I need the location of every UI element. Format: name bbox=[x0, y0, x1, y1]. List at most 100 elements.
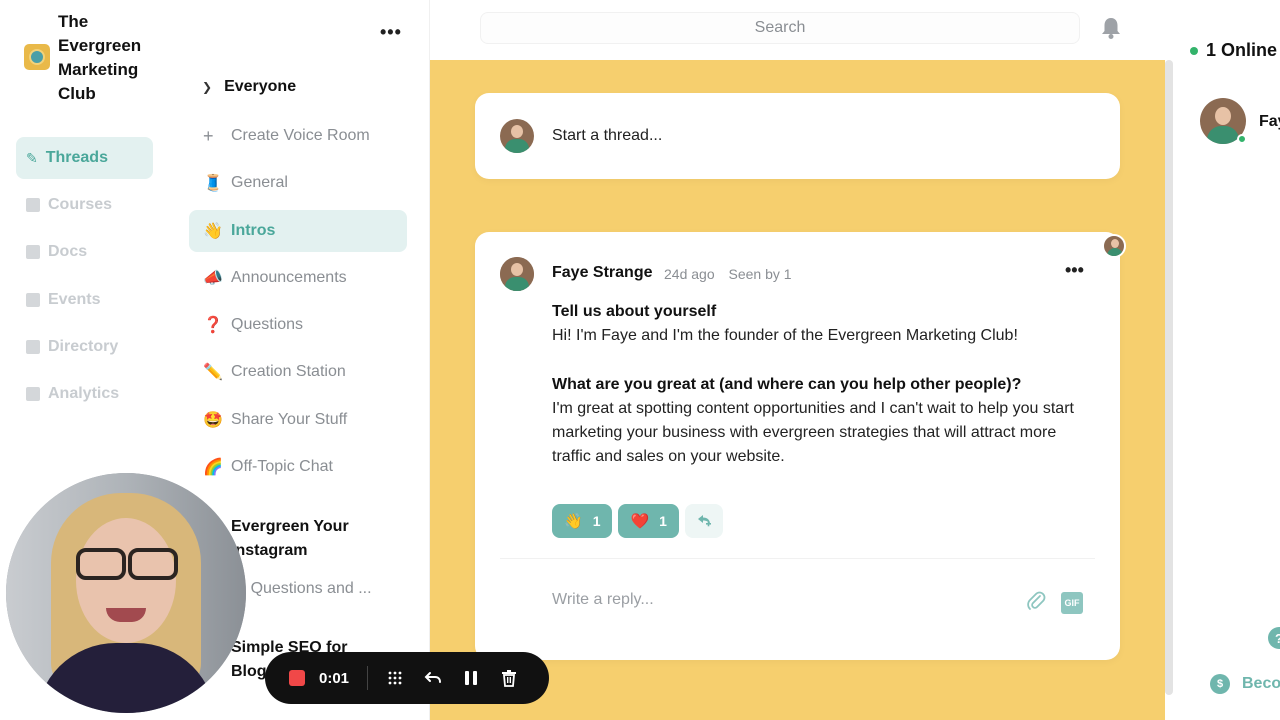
member-name[interactable]: Faye bbox=[1259, 113, 1280, 131]
channel-label: Creation Station bbox=[231, 363, 346, 380]
bell-icon[interactable] bbox=[1100, 16, 1122, 40]
add-reaction-button[interactable] bbox=[684, 504, 723, 538]
reply-divider bbox=[500, 558, 1095, 559]
glasses-shape bbox=[68, 548, 184, 580]
post-meta: 24d ago Seen by 1 bbox=[664, 266, 802, 282]
group-evergreen-instagram[interactable]: Evergreen Your Instagram bbox=[231, 515, 371, 563]
wave-icon: 👋 bbox=[203, 223, 223, 240]
reply-input[interactable] bbox=[552, 582, 992, 618]
post-answer-1: Hi! I'm Faye and I'm the founder of the … bbox=[552, 327, 1018, 345]
post-body: Tell us about yourself Hi! I'm Faye and … bbox=[552, 300, 1097, 470]
analytics-icon bbox=[26, 387, 40, 401]
channel-share-your-stuff[interactable]: 🤩 Share Your Stuff bbox=[189, 399, 407, 441]
star-eyes-icon: 🤩 bbox=[203, 412, 223, 429]
thread-spool-icon: 🧵 bbox=[203, 175, 223, 192]
gif-button[interactable]: GIF bbox=[1061, 592, 1083, 614]
nav-item-label: Docs bbox=[48, 243, 88, 260]
nav-item-label: Courses bbox=[48, 196, 113, 213]
channel-yi-questions[interactable]: YI Questions and ... bbox=[231, 580, 372, 598]
reaction-heart-button[interactable]: ❤️ 1 bbox=[618, 504, 679, 538]
nav-item-directory[interactable]: Directory bbox=[16, 326, 153, 368]
nav-item-label: Directory bbox=[48, 338, 119, 355]
become-button[interactable]: $ Beco bbox=[1210, 674, 1280, 694]
plus-icon: + bbox=[203, 125, 214, 146]
channel-label: General bbox=[231, 174, 288, 191]
post-seen-by[interactable]: Seen by 1 bbox=[729, 266, 792, 282]
webcam-overlay[interactable] bbox=[6, 473, 246, 713]
online-label: 1 Online bbox=[1206, 40, 1278, 60]
online-count: 1 Online bbox=[1190, 40, 1277, 61]
drag-handle-icon[interactable] bbox=[384, 667, 406, 689]
club-name[interactable]: The Evergreen Marketing Club bbox=[58, 10, 158, 106]
nav-item-threads[interactable]: ✎ Threads bbox=[16, 137, 153, 179]
section-title: Everyone bbox=[224, 78, 297, 95]
logo-mark bbox=[29, 49, 45, 65]
post-author[interactable]: Faye Strange bbox=[552, 264, 652, 282]
money-bag-icon: $ bbox=[1210, 674, 1230, 694]
channel-intros[interactable]: 👋 Intros bbox=[189, 210, 407, 252]
app-window: The Evergreen Marketing Club ✎ Threads Co… bbox=[0, 0, 1280, 720]
reaction-count: 1 bbox=[659, 513, 667, 529]
pause-icon[interactable] bbox=[460, 667, 482, 689]
calendar-icon bbox=[26, 293, 40, 307]
directory-icon bbox=[26, 340, 40, 354]
nav-item-courses[interactable]: Courses bbox=[16, 184, 153, 226]
nav-item-label: Threads bbox=[45, 149, 108, 166]
wave-icon: 👋 bbox=[564, 513, 583, 530]
search-input[interactable]: Search bbox=[480, 12, 1080, 44]
help-icon[interactable]: ? bbox=[1268, 627, 1280, 649]
nav-item-label: Analytics bbox=[48, 385, 120, 402]
question-icon: ❓ bbox=[203, 317, 223, 334]
nav-item-docs[interactable]: Docs bbox=[16, 231, 153, 273]
doc-icon bbox=[26, 245, 40, 259]
channel-announcements[interactable]: 📣 Announcements bbox=[189, 257, 407, 299]
become-label: Beco bbox=[1242, 675, 1280, 692]
nav-item-label: Events bbox=[48, 291, 101, 308]
chevron-down-icon: ❯ bbox=[202, 80, 213, 94]
start-thread-card[interactable]: Start a thread... bbox=[475, 93, 1120, 179]
channel-label: Intros bbox=[231, 222, 276, 239]
channel-label: Announcements bbox=[231, 269, 347, 286]
channel-label: Off-Topic Chat bbox=[231, 458, 333, 475]
post-question-2: What are you great at (and where can you… bbox=[552, 375, 1022, 393]
nav-item-analytics[interactable]: Analytics bbox=[16, 373, 153, 415]
toolbar-separator bbox=[367, 666, 369, 690]
book-icon bbox=[26, 198, 40, 212]
pencil-icon: ✏️ bbox=[203, 364, 223, 381]
member-online-dot bbox=[1237, 134, 1247, 144]
channel-label: Questions bbox=[231, 316, 304, 333]
thread-feed: Start a thread... Faye Strange 24d ago S… bbox=[430, 60, 1165, 720]
post-menu-button[interactable]: ••• bbox=[1065, 260, 1084, 281]
megaphone-icon: 📣 bbox=[203, 270, 223, 287]
post-answer-2: I'm great at spotting content opportunit… bbox=[552, 399, 1074, 466]
channel-menu-button[interactable]: ••• bbox=[380, 22, 402, 43]
channel-general[interactable]: 🧵 General bbox=[189, 162, 407, 204]
leaf-icon: ✎ bbox=[26, 149, 38, 166]
section-everyone[interactable]: ❯ Everyone bbox=[202, 78, 296, 96]
reply-avatar bbox=[500, 257, 534, 291]
viewer-avatar bbox=[1102, 234, 1126, 258]
paperclip-icon[interactable] bbox=[1025, 590, 1047, 612]
undo-icon[interactable] bbox=[422, 667, 444, 689]
nav-item-events[interactable]: Events bbox=[16, 279, 153, 321]
reaction-count: 1 bbox=[592, 513, 601, 529]
add-reaction-icon bbox=[697, 515, 711, 527]
trash-icon[interactable] bbox=[498, 667, 520, 689]
channel-creation-station[interactable]: ✏️ Creation Station bbox=[189, 351, 407, 393]
post-question-1: Tell us about yourself bbox=[552, 303, 717, 320]
channel-label: Create Voice Room bbox=[231, 127, 370, 144]
feed-scrollbar[interactable] bbox=[1165, 60, 1173, 695]
reaction-wave-button[interactable]: 👋 1 bbox=[552, 504, 613, 538]
top-bar: Search bbox=[430, 0, 1175, 60]
recording-toolbar: 0:01 bbox=[265, 652, 549, 704]
heart-icon: ❤️ bbox=[630, 513, 650, 530]
stop-recording-button[interactable] bbox=[289, 670, 305, 686]
create-voice-room-button[interactable]: + Create Voice Room bbox=[189, 115, 407, 157]
channel-label: Share Your Stuff bbox=[231, 411, 348, 428]
club-logo[interactable] bbox=[24, 44, 50, 70]
start-thread-input[interactable]: Start a thread... bbox=[552, 127, 662, 145]
recording-timer: 0:01 bbox=[319, 669, 350, 687]
channel-questions[interactable]: ❓ Questions bbox=[189, 304, 407, 346]
post-time: 24d ago bbox=[664, 266, 715, 282]
thread-post: Faye Strange 24d ago Seen by 1 ••• Tell … bbox=[475, 232, 1126, 660]
